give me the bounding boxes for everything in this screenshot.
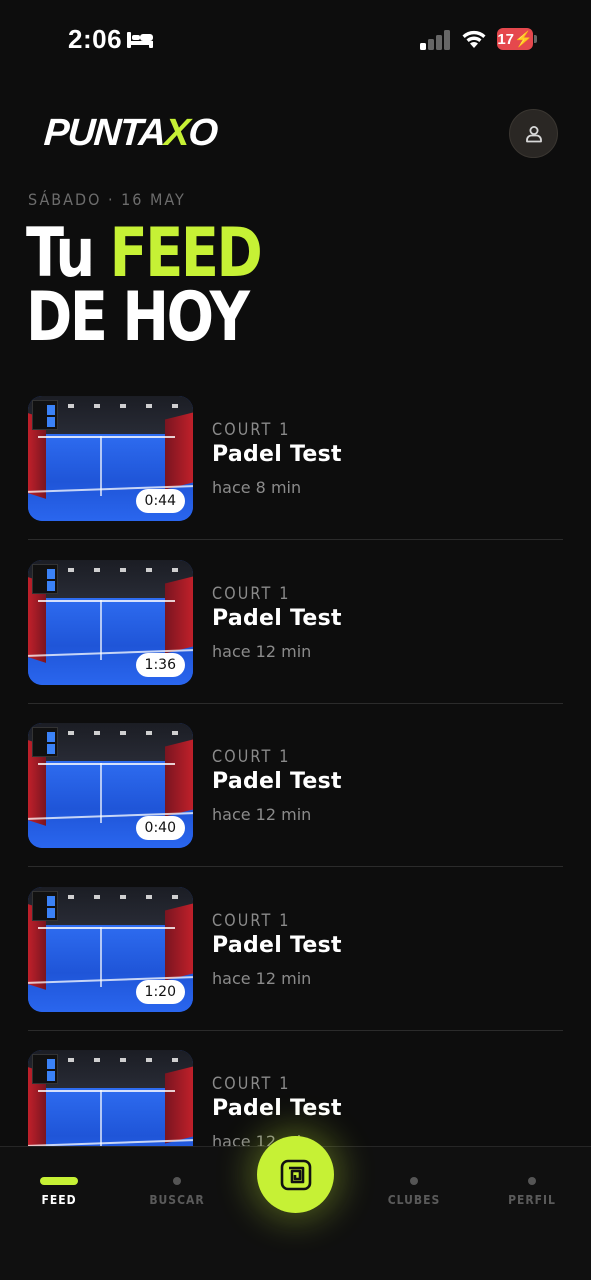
court-label: COURT 1 (212, 910, 291, 931)
video-time: hace 12 min (212, 641, 312, 661)
app-logo: PUNTAXO (42, 112, 219, 154)
video-title: Padel Test (212, 442, 342, 467)
nav-dot (173, 1177, 181, 1185)
battery-level: 17 ⚡ (497, 28, 533, 50)
record-button[interactable] (257, 1136, 334, 1213)
status-time: 2:06 (68, 24, 123, 54)
divider (28, 702, 563, 704)
feed-item[interactable]: 0:40 COURT 1 Padel Test hace 12 min (28, 723, 563, 887)
video-duration: 0:40 (135, 816, 185, 840)
video-title: Padel Test (212, 1096, 342, 1121)
wifi-icon (462, 30, 486, 48)
profile-button[interactable] (509, 109, 558, 158)
page-title: Tu FEED DE HOY (26, 214, 263, 357)
nav-buscar-label: BUSCAR (149, 1193, 205, 1207)
video-duration: 1:36 (135, 652, 185, 677)
nav-dot (528, 1177, 536, 1185)
video-title: Padel Test (212, 769, 342, 794)
video-time: hace 12 min (212, 805, 312, 824)
feed-item[interactable]: 1:36 COURT 1 Padel Test hace 12 min (28, 559, 563, 724)
court-label: COURT 1 (212, 583, 291, 604)
nav-dot (410, 1177, 418, 1185)
court-label: COURT 1 (212, 747, 291, 767)
feed-item[interactable]: 0:44 COURT 1 Padel Test hace 8 min (28, 396, 563, 560)
video-title: Padel Test (212, 605, 342, 631)
nav-buscar[interactable]: BUSCAR (127, 1147, 227, 1227)
nav-feed[interactable]: FEED (9, 1147, 109, 1227)
bed-icon (127, 32, 153, 48)
video-duration: 0:44 (135, 489, 185, 513)
user-icon (525, 125, 542, 142)
video-title: Padel Test (212, 932, 342, 958)
nav-clubes[interactable]: CLUBES (364, 1147, 464, 1227)
video-thumbnail[interactable]: 0:44 (28, 396, 193, 521)
video-time: hace 8 min (212, 478, 302, 497)
video-thumbnail[interactable]: 0:40 (28, 723, 193, 848)
video-thumbnail[interactable]: 1:36 (28, 559, 193, 685)
battery-indicator: 17 ⚡ (497, 28, 537, 50)
divider (28, 1029, 563, 1031)
video-duration: 1:20 (135, 979, 185, 1004)
nav-feed-label: FEED (41, 1193, 77, 1207)
feed-list: 0:44 COURT 1 Padel Test hace 8 min 1:36 … (28, 396, 563, 1214)
divider (28, 539, 563, 540)
court-label: COURT 1 (212, 420, 291, 440)
status-bar: 2:06 17 ⚡ (0, 0, 591, 80)
video-time: hace 12 min (212, 968, 312, 988)
cellular-signal-icon (420, 30, 450, 50)
date-label: SÁBADO · 16 MAY (28, 190, 186, 209)
nav-perfil[interactable]: PERFIL (482, 1147, 582, 1227)
video-thumbnail[interactable]: 1:20 (28, 886, 193, 1012)
nav-perfil-label: PERFIL (508, 1193, 556, 1207)
nav-clubes-label: CLUBES (387, 1193, 441, 1207)
divider (28, 866, 563, 867)
record-scan-icon (280, 1159, 311, 1190)
court-label: COURT 1 (212, 1074, 291, 1094)
nav-active-indicator (40, 1177, 78, 1185)
feed-item[interactable]: 1:20 COURT 1 Padel Test hace 12 min (28, 886, 563, 1051)
